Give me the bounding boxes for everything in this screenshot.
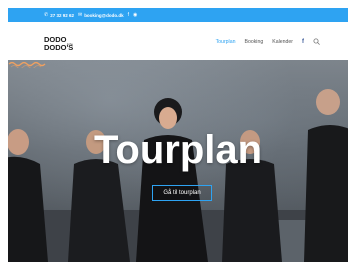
search-icon[interactable] bbox=[313, 38, 320, 45]
main-header: DODO & the DODO'S Tourplan Booking Kalen… bbox=[8, 22, 348, 61]
wave-divider bbox=[8, 61, 46, 68]
facebook-icon[interactable]: f bbox=[128, 12, 129, 18]
band-member-5 bbox=[304, 89, 348, 262]
main-menu: Tourplan Booking Kalender f bbox=[216, 38, 320, 45]
facebook-icon[interactable]: f bbox=[302, 39, 304, 45]
email-address: booking@dodo.dk bbox=[84, 12, 124, 18]
hero-title: Tourplan bbox=[93, 128, 263, 172]
top-bar: ✆ 27 32 92 62 ✉ booking@dodo.dk f ◉ bbox=[8, 8, 348, 22]
email-contact[interactable]: ✉ booking@dodo.dk bbox=[78, 12, 124, 18]
hero-section: Tourplan Gå til tourplan bbox=[8, 60, 348, 262]
menu-item-booking[interactable]: Booking bbox=[244, 39, 263, 45]
envelope-icon: ✉ bbox=[77, 12, 83, 18]
band-member-3 bbox=[136, 98, 208, 262]
logo-line2: DODO'S bbox=[44, 43, 73, 51]
menu-item-kalender[interactable]: Kalender bbox=[272, 39, 293, 45]
phone-icon: ✆ bbox=[44, 12, 49, 18]
phone-number: 27 32 92 62 bbox=[50, 12, 74, 18]
rss-icon[interactable]: ◉ bbox=[133, 12, 137, 18]
site-logo[interactable]: DODO & the DODO'S bbox=[44, 35, 84, 51]
tourplan-button[interactable]: Gå til tourplan bbox=[152, 185, 212, 201]
phone-contact[interactable]: ✆ 27 32 92 62 bbox=[44, 12, 74, 18]
page-frame: ✆ 27 32 92 62 ✉ booking@dodo.dk f ◉ DODO &… bbox=[8, 8, 348, 262]
menu-item-tourplan[interactable]: Tourplan bbox=[216, 39, 236, 45]
